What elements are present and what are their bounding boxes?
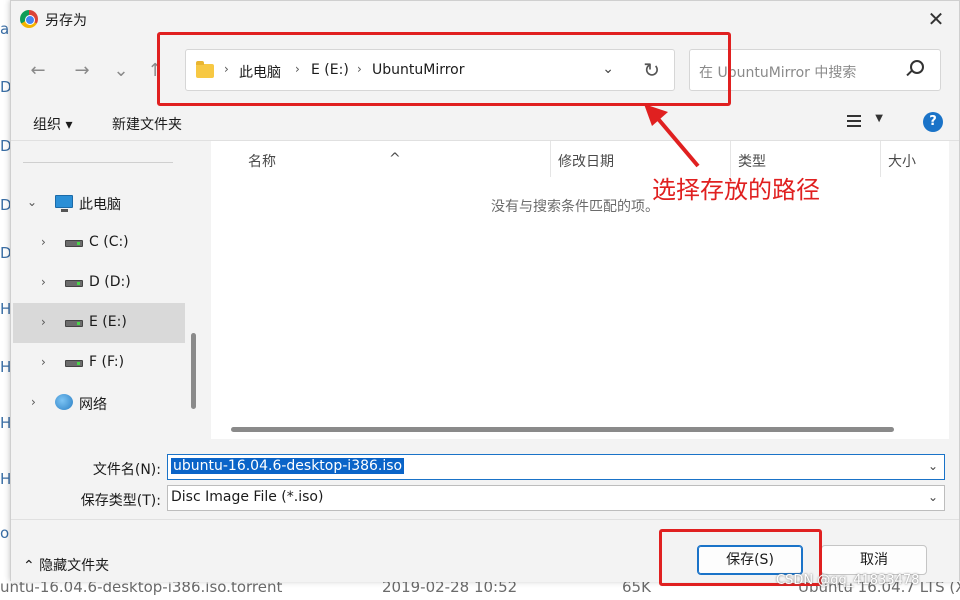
chevron-right-icon[interactable]: › — [41, 355, 46, 369]
navigation-pane: ⌄ 此电脑 › C (C:) › D (D:) › E (E:) › F (F:… — [11, 141, 211, 439]
close-button[interactable]: ✕ — [921, 5, 951, 33]
view-options-icon[interactable] — [847, 115, 861, 127]
chevron-down-icon[interactable]: ⌄ — [27, 195, 37, 209]
new-folder-button[interactable]: 新建文件夹 — [112, 114, 182, 134]
chevron-right-icon[interactable]: › — [41, 315, 46, 329]
sort-ascending-icon: ^ — [389, 151, 401, 167]
navigation-pane-scrollbar[interactable] — [191, 333, 196, 409]
filename-input[interactable]: ubuntu-16.04.6-desktop-i386.iso ⌄ — [167, 454, 945, 480]
forward-button[interactable]: → — [70, 61, 94, 81]
chevron-down-icon[interactable]: ⌄ — [928, 459, 938, 473]
file-list-scrollbar[interactable] — [231, 427, 894, 432]
filetype-label: 保存类型(T): — [80, 493, 161, 509]
search-icon[interactable] — [910, 60, 924, 74]
cancel-button[interactable]: 取消 — [821, 545, 927, 575]
empty-message: 没有与搜索条件匹配的项。 — [491, 199, 659, 215]
tree-item-network[interactable]: › 网络 — [13, 383, 185, 423]
view-dropdown-icon[interactable]: ▼ — [875, 113, 883, 124]
tree-item-drive-f[interactable]: › F (F:) — [13, 343, 185, 383]
annotation-box-path — [157, 32, 731, 106]
hide-folders-button[interactable]: ⌃ 隐藏文件夹 — [23, 555, 109, 575]
tree-item-label: D (D:) — [89, 274, 131, 290]
organize-menu[interactable]: 组织 ▾ — [33, 114, 72, 134]
tree-item-this-pc[interactable]: ⌄ 此电脑 — [13, 183, 185, 223]
drive-icon — [65, 360, 83, 367]
command-toolbar: 组织 ▾ 新建文件夹 ▼ ? — [11, 103, 959, 141]
chrome-icon — [20, 10, 38, 28]
tree-item-drive-e[interactable]: › E (E:) — [13, 303, 185, 343]
annotation-arrow-head — [644, 104, 668, 126]
drive-icon — [65, 240, 83, 247]
annotation-arrow-shaft — [652, 112, 700, 168]
computer-icon — [55, 195, 73, 212]
column-header-label: 类型 — [738, 154, 766, 170]
watermark: CSDN @qq_41833478 — [776, 573, 920, 588]
dialog-title: 另存为 — [45, 13, 87, 29]
tree-item-label: E (E:) — [89, 314, 127, 330]
column-header-size[interactable]: 大小 — [881, 141, 949, 177]
drive-icon — [65, 320, 83, 327]
filetype-value: Disc Image File (*.iso) — [171, 489, 324, 505]
column-header-label: 名称 — [248, 154, 276, 170]
filename-label: 文件名(N): — [92, 462, 161, 478]
column-header-label: 修改日期 — [558, 154, 614, 170]
tree-item-drive-c[interactable]: › C (C:) — [13, 223, 185, 263]
help-icon[interactable]: ? — [923, 112, 943, 132]
chevron-down-icon[interactable]: ⌄ — [928, 490, 938, 504]
annotation-arrow-icon — [644, 104, 700, 168]
tree-item-label: 此电脑 — [79, 197, 121, 213]
column-header-label: 大小 — [888, 154, 916, 170]
tree-item-label: C (C:) — [89, 234, 129, 250]
annotation-text: 选择存放的路径 — [652, 176, 820, 204]
filename-value: ubuntu-16.04.6-desktop-i386.iso — [171, 458, 405, 474]
network-icon — [55, 394, 73, 410]
divider — [23, 162, 173, 163]
recent-locations-button[interactable]: ⌄ — [109, 61, 133, 81]
back-button[interactable]: ← — [26, 61, 50, 81]
chevron-right-icon[interactable]: › — [41, 235, 46, 249]
divider — [11, 519, 959, 520]
chevron-right-icon[interactable]: › — [41, 275, 46, 289]
tree-item-label: 网络 — [79, 397, 107, 413]
chevron-right-icon[interactable]: › — [31, 395, 36, 409]
file-list: 名称 ^ 修改日期 类型 大小 没有与搜索条件匹配的项。 — [211, 141, 949, 439]
filetype-select[interactable]: Disc Image File (*.iso) ⌄ — [167, 485, 945, 511]
column-header-name[interactable]: 名称 ^ — [211, 141, 551, 177]
drive-icon — [65, 280, 83, 287]
tree-item-label: F (F:) — [89, 354, 125, 370]
tree-item-drive-d[interactable]: › D (D:) — [13, 263, 185, 303]
